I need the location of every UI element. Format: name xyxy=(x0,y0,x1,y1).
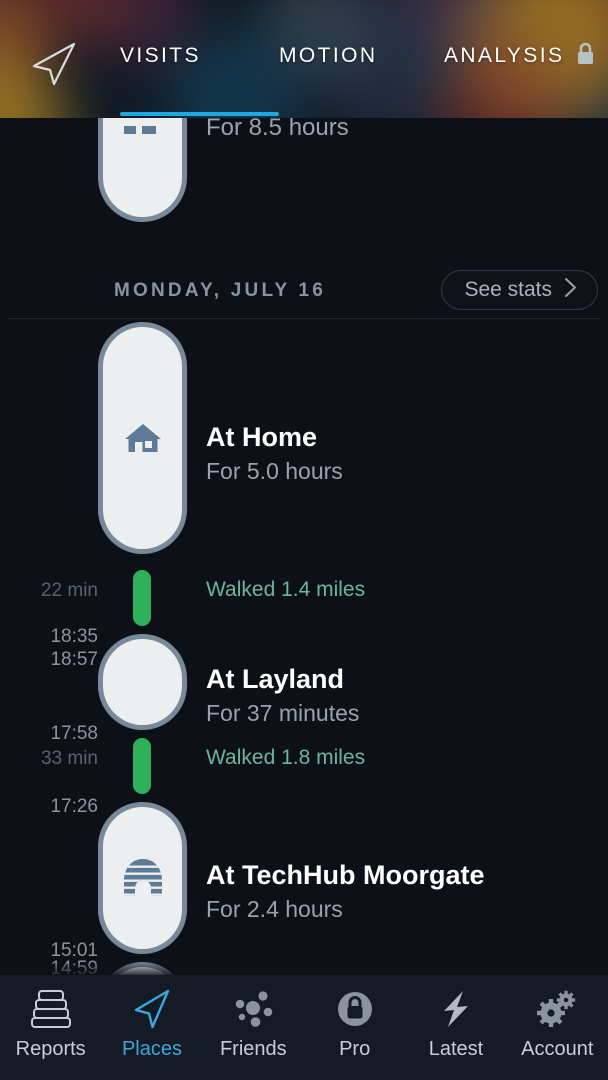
navigation-arrow-icon xyxy=(129,986,175,1032)
timeline: At Home For 5.0 hours 18:57 22 min Walke… xyxy=(0,318,608,975)
movement-bar xyxy=(133,570,151,626)
date-section-header: MONDAY, JULY 16 See stats xyxy=(0,270,608,324)
clipped-icon xyxy=(122,118,162,134)
tabbar-item-places[interactable]: Places xyxy=(101,975,202,1061)
date-label: MONDAY, JULY 16 xyxy=(114,280,327,301)
lock-circle-icon xyxy=(332,986,378,1032)
visit-subtitle: For 5.0 hours xyxy=(206,458,343,484)
tabbar-item-latest[interactable]: Latest xyxy=(405,975,506,1061)
bottom-tab-bar: Reports Places Friends Pro Latest Accoun… xyxy=(0,975,608,1080)
movement-bar xyxy=(133,738,151,794)
lock-icon xyxy=(575,41,596,72)
visit-card-partial[interactable]: For 8.5 hours xyxy=(0,118,608,230)
visit-subtitle-partial: For 8.5 hours xyxy=(206,118,349,141)
tabbar-item-pro[interactable]: Pro xyxy=(304,975,405,1061)
visit-pill-home[interactable] xyxy=(98,322,187,554)
visit-pill-techhub-2[interactable] xyxy=(98,962,187,975)
movement-row-walk-2[interactable]: 33 min Walked 1.8 miles xyxy=(0,730,608,802)
tabbar-label: Places xyxy=(121,1038,182,1060)
tabbar-label: Pro xyxy=(339,1038,371,1060)
tab-motion[interactable]: MOTION xyxy=(279,0,377,112)
visit-pill-techhub-1[interactable] xyxy=(98,802,187,954)
tab-motion-label: MOTION xyxy=(279,44,378,67)
visit-row-techhub-2[interactable]: At TechHub Moorgate 14:59 xyxy=(0,958,608,975)
visit-subtitle: For 37 minutes xyxy=(206,700,360,726)
visit-start-time: 18:35 xyxy=(50,626,98,647)
tabbar-item-friends[interactable]: Friends xyxy=(203,975,304,1061)
see-stats-label: See stats xyxy=(464,278,552,301)
visit-title: At Home xyxy=(206,422,318,452)
visit-pill-layland[interactable] xyxy=(98,634,187,730)
visits-scroll-area[interactable]: For 8.5 hours MONDAY, JULY 16 See stats xyxy=(0,118,608,975)
visit-row-home[interactable]: At Home For 5.0 hours 18:57 xyxy=(0,318,608,670)
tabbar-item-reports[interactable]: Reports xyxy=(0,975,101,1061)
home-icon xyxy=(123,419,163,457)
movement-row-walk-1[interactable]: 22 min Walked 1.4 miles xyxy=(0,562,608,634)
tab-visits-label: VISITS xyxy=(120,44,201,67)
movement-text: Walked 1.8 miles xyxy=(206,746,366,769)
tabbar-label: Account xyxy=(521,1038,594,1060)
lightning-bolt-icon xyxy=(433,986,479,1032)
app-root: VISITS MOTION ANALYSIS For 8.5 hours MON… xyxy=(0,0,608,1080)
tabbar-label: Reports xyxy=(15,1038,86,1060)
layers-icon xyxy=(28,986,74,1032)
beehive-icon xyxy=(122,858,164,898)
visit-start-time: 14:59 xyxy=(50,958,98,975)
visit-start-time: 17:26 xyxy=(50,796,98,817)
people-dots-icon xyxy=(230,986,276,1032)
tabbar-label: Friends xyxy=(219,1038,287,1060)
tab-visits[interactable]: VISITS xyxy=(120,0,201,112)
movement-duration: 33 min xyxy=(40,748,98,769)
tabbar-item-account[interactable]: Account xyxy=(507,975,608,1061)
visit-title: At TechHub Moorgate xyxy=(206,860,485,890)
tab-analysis-label: ANALYSIS xyxy=(444,44,565,67)
app-header: VISITS MOTION ANALYSIS xyxy=(0,0,608,118)
visit-title: At Layland xyxy=(206,664,345,694)
visit-row-techhub-1[interactable]: At TechHub Moorgate For 2.4 hours 17:26 … xyxy=(0,796,608,961)
active-tab-indicator xyxy=(120,112,279,116)
visit-subtitle: For 2.4 hours xyxy=(206,896,343,922)
movement-text: Walked 1.4 miles xyxy=(206,578,366,601)
tabbar-label: Latest xyxy=(428,1038,484,1060)
chevron-right-icon xyxy=(564,277,577,304)
movement-duration: 22 min xyxy=(40,580,98,601)
see-stats-button[interactable]: See stats xyxy=(441,270,598,310)
gears-icon xyxy=(534,986,580,1032)
tab-analysis[interactable]: ANALYSIS xyxy=(444,0,596,112)
navigation-arrow-icon[interactable] xyxy=(26,40,82,88)
